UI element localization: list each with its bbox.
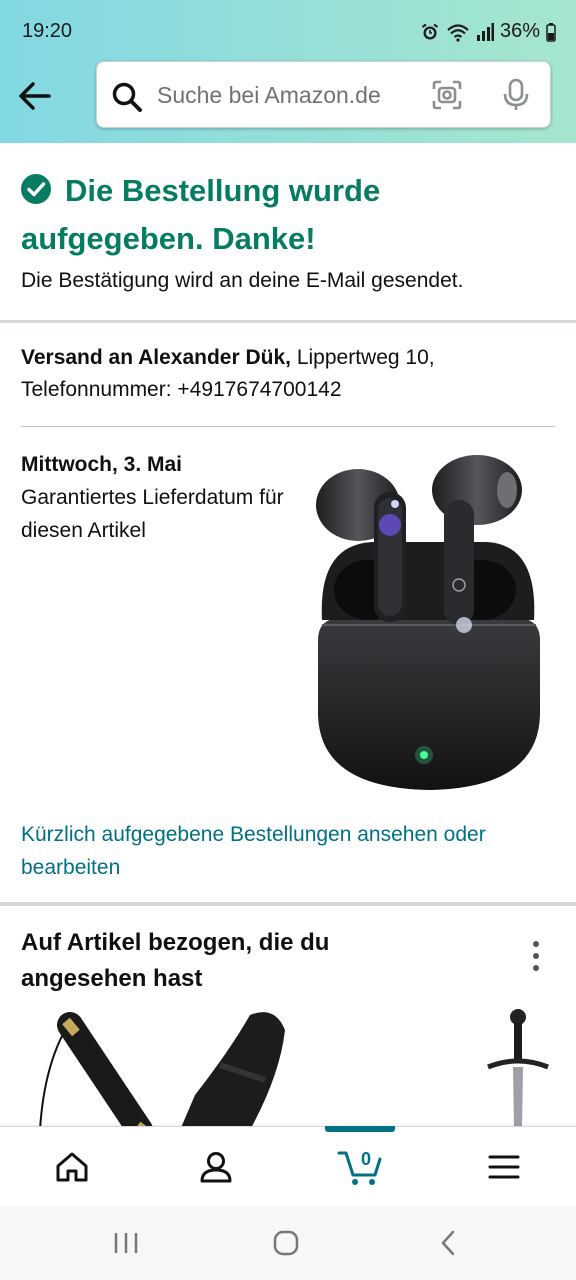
status-icons: 36% [420, 20, 556, 43]
battery-percent: 36% [499, 20, 540, 42]
system-navigation-bar [0, 1206, 576, 1280]
status-bar: 19:20 36% [0, 0, 576, 60]
related-product-image-sword[interactable] [480, 1005, 550, 1130]
home-icon [56, 1152, 88, 1182]
confirmation-title: Die Bestellung wurde aufgegeben. Danke! [21, 167, 541, 263]
chevron-left-icon [441, 1230, 455, 1256]
home-button[interactable] [256, 1206, 316, 1280]
confirmation-subtitle: Die Bestätigung wird an deine E-Mail ges… [21, 269, 464, 292]
check-circle-icon [21, 174, 51, 204]
camera-search-icon[interactable] [431, 79, 463, 116]
recent-apps-button[interactable] [96, 1206, 156, 1280]
signal-icon [476, 22, 494, 42]
nav-account[interactable] [144, 1127, 288, 1207]
related-section-title: Auf Artikel bezogen, die du angesehen ha… [21, 929, 330, 992]
account-icon [200, 1152, 232, 1183]
divider [0, 320, 576, 323]
recent-apps-icon [114, 1233, 138, 1253]
more-options-icon[interactable] [526, 938, 546, 974]
confirmation-title-text: Die Bestellung wurde aufgegeben. Danke! [21, 173, 381, 256]
nav-menu[interactable] [432, 1127, 576, 1207]
delivery-date: Mittwoch, 3. Mai [21, 453, 183, 476]
battery-icon [546, 22, 556, 42]
shipping-label: Versand an Alexander Dük, [21, 346, 291, 369]
search-bar[interactable] [96, 61, 551, 128]
alarm-icon [420, 22, 440, 42]
arrow-left-icon [19, 82, 51, 110]
header-bar: 19:20 36% [0, 0, 576, 143]
cart-count: 0 [361, 1149, 372, 1169]
nav-home[interactable] [0, 1127, 144, 1207]
wifi-icon [446, 22, 470, 42]
search-input[interactable] [157, 78, 417, 112]
system-back-button[interactable] [418, 1206, 478, 1280]
back-button[interactable] [16, 76, 56, 116]
divider [0, 902, 576, 906]
related-product-image-knife[interactable] [30, 1005, 300, 1130]
delivery-note: Garantiertes Lieferdatum für diesen Arti… [21, 486, 284, 542]
search-icon [111, 81, 143, 118]
menu-icon [488, 1155, 520, 1179]
microphone-icon[interactable] [501, 78, 531, 117]
nav-cart[interactable]: 0 [288, 1126, 432, 1207]
bottom-navigation: 0 [0, 1126, 576, 1206]
product-image-earbuds[interactable] [312, 450, 547, 795]
shipping-address: Versand an Alexander Dük, Lippertweg 10,… [21, 342, 541, 406]
cart-icon [337, 1151, 382, 1185]
recent-orders-link[interactable]: Kürzlich aufgegebene Bestellungen ansehe… [21, 818, 541, 884]
delivery-info: Mittwoch, 3. Mai Garantiertes Lieferdatu… [21, 448, 291, 547]
divider [21, 426, 555, 427]
home-circle-icon [273, 1230, 299, 1256]
status-time: 19:20 [22, 20, 73, 42]
